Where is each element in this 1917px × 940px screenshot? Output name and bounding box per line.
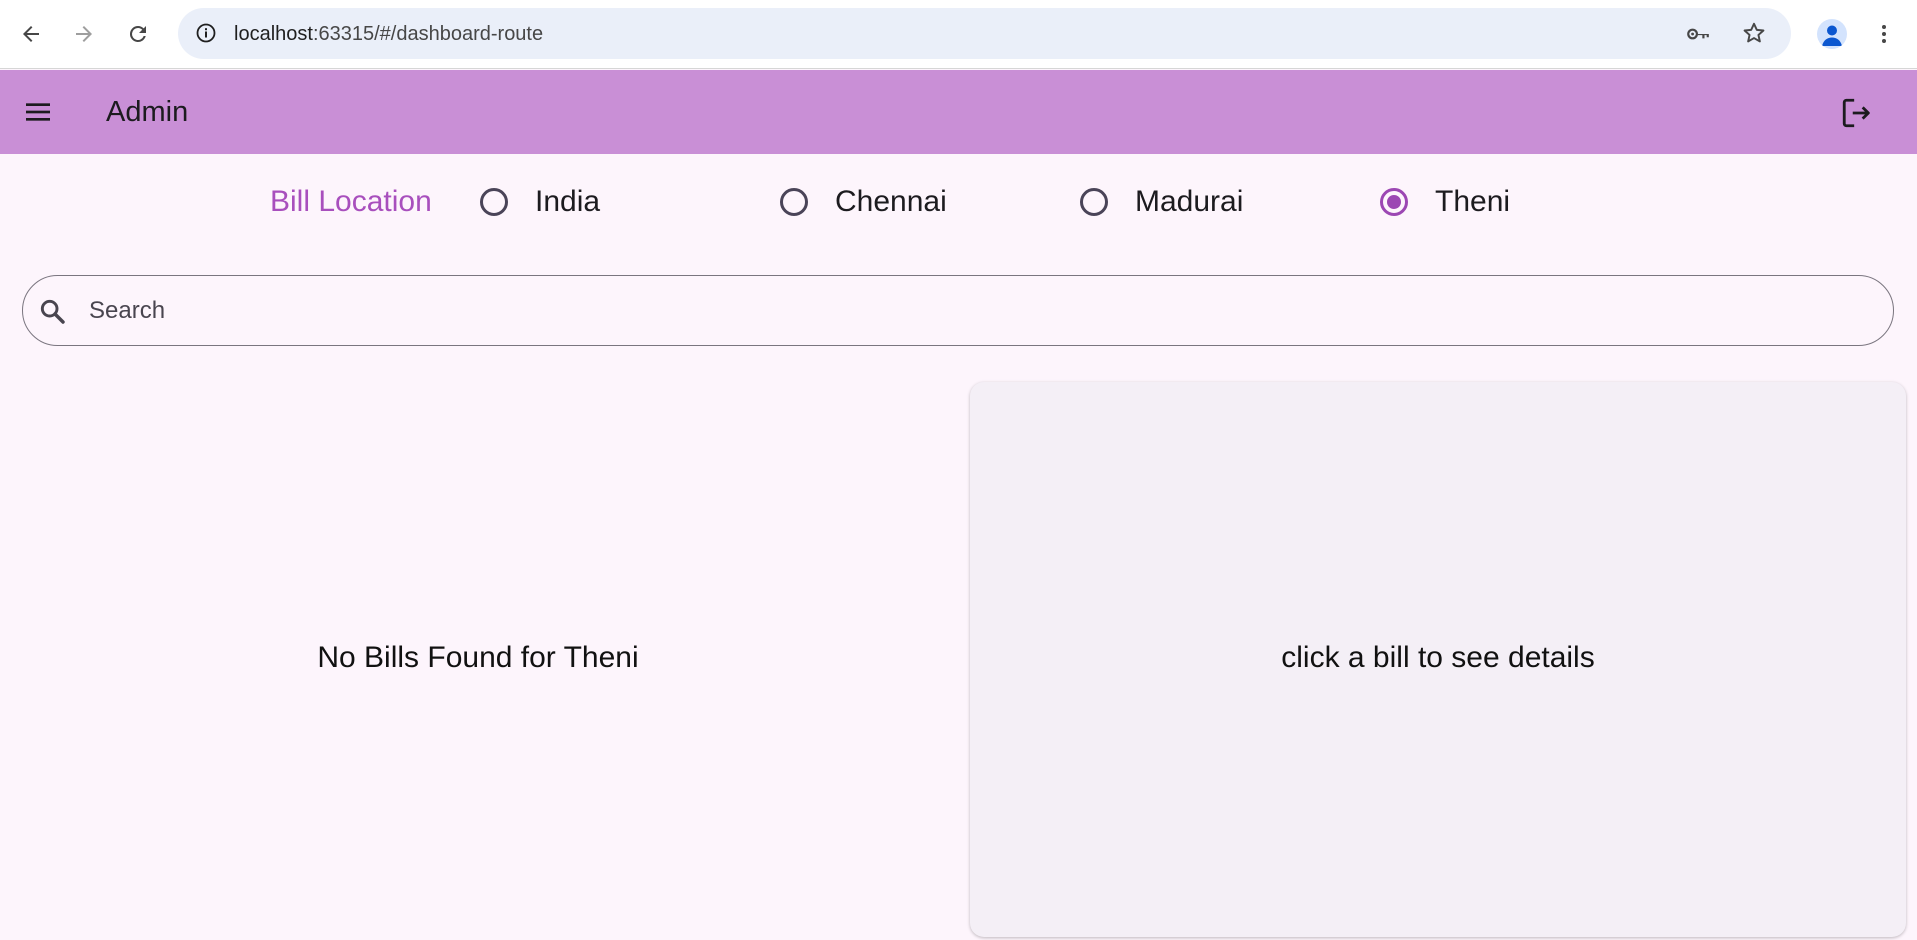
radio-label-theni: Theni — [1435, 185, 1511, 218]
radio-label-madurai: Madurai — [1135, 185, 1244, 218]
menu-icon — [26, 103, 50, 121]
url-host: localhost — [234, 23, 313, 45]
radio-button-madurai[interactable] — [1080, 188, 1108, 216]
search-field[interactable] — [22, 275, 1894, 346]
back-button[interactable] — [11, 14, 51, 54]
logout-icon — [1842, 98, 1870, 128]
reload-button[interactable] — [118, 14, 158, 54]
search-input[interactable] — [89, 290, 1869, 332]
browser-menu-button[interactable] — [1866, 14, 1902, 54]
reload-icon — [129, 25, 146, 42]
radio-option-chennai[interactable]: Chennai — [780, 180, 947, 224]
bill-location-label: Bill Location — [270, 185, 432, 218]
radio-button-india[interactable] — [480, 188, 508, 216]
radio-option-india[interactable]: India — [480, 180, 600, 224]
profile-avatar-icon — [1817, 19, 1847, 49]
url-path: :63315/#/dashboard-route — [312, 23, 544, 45]
bookmark-star-icon[interactable] — [1741, 20, 1767, 46]
menu-button[interactable] — [18, 92, 58, 132]
radio-button-chennai[interactable] — [780, 188, 808, 216]
radio-option-theni[interactable]: Theni — [1380, 180, 1510, 224]
url-text[interactable]: localhost:63315/#/dashboard-route — [234, 22, 543, 46]
password-key-icon[interactable] — [1685, 21, 1711, 47]
browser-toolbar: localhost:63315/#/dashboard-route — [0, 0, 1917, 69]
profile-button[interactable] — [1812, 14, 1852, 54]
no-bills-message: No Bills Found for Theni — [317, 641, 639, 674]
back-arrow-icon — [23, 26, 39, 42]
radio-option-madurai[interactable]: Madurai — [1080, 180, 1243, 224]
forward-arrow-icon — [76, 26, 92, 42]
forward-button[interactable] — [64, 14, 104, 54]
address-bar[interactable]: localhost:63315/#/dashboard-route — [178, 8, 1791, 59]
search-icon — [40, 299, 65, 324]
app-title: Admin — [106, 96, 189, 128]
radio-label-india: India — [535, 185, 601, 218]
bill-location-group: Bill Location India Chennai Madurai Then… — [0, 180, 1917, 224]
more-vert-icon — [1882, 25, 1886, 43]
detail-placeholder-message: click a bill to see details — [1281, 641, 1595, 674]
site-info-icon[interactable] — [194, 21, 218, 45]
bill-detail-panel: click a bill to see details — [970, 382, 1906, 937]
app-bar: Admin — [0, 70, 1917, 154]
radio-label-chennai: Chennai — [835, 185, 947, 218]
logout-button[interactable] — [1836, 92, 1878, 134]
radio-button-theni[interactable] — [1380, 188, 1408, 216]
